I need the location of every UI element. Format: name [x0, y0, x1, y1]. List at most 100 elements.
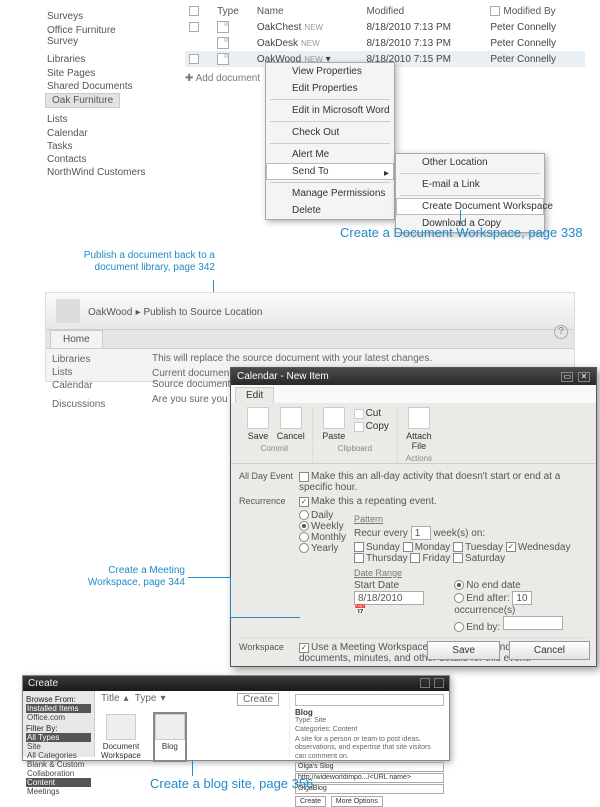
dialog-save-button[interactable]: Save [427, 641, 500, 660]
row-check[interactable] [189, 22, 199, 32]
menu-edit-word[interactable]: Edit in Microsoft Word [266, 102, 394, 119]
chevron-icon[interactable]: ▴ [124, 693, 129, 704]
nav-item-shareddocs[interactable]: Shared Documents [45, 80, 150, 93]
sidebar-site[interactable]: Site [26, 742, 91, 751]
row-by[interactable]: Peter Connelly [486, 51, 585, 67]
cb-sunday[interactable] [354, 542, 364, 552]
sort-type[interactable]: Type [135, 693, 157, 704]
cb-monday[interactable] [403, 542, 413, 552]
row-name[interactable]: OakDesk [257, 38, 298, 49]
cut-button[interactable]: Cut [352, 407, 391, 420]
sidebar-installed-items[interactable]: Installed Items [26, 704, 91, 713]
nav-item-sitepages[interactable]: Site Pages [45, 67, 150, 80]
cb-tuesday[interactable] [453, 542, 463, 552]
tab-edit[interactable]: Edit [235, 387, 274, 403]
endby-input[interactable] [503, 616, 563, 630]
cb-saturday[interactable] [453, 553, 463, 563]
cb-wednesday[interactable] [506, 542, 516, 552]
ribbon-group-clipboard: Paste Cut Copy Clipboard [313, 407, 398, 463]
cb-thursday[interactable] [354, 553, 364, 563]
copy-button[interactable]: Copy [352, 420, 391, 433]
nav-item-contacts[interactable]: Contacts [45, 153, 150, 166]
sidebar-collaboration[interactable]: Collaboration [26, 769, 91, 778]
row-by[interactable]: Peter Connelly [486, 19, 585, 35]
calendar-icon[interactable]: 📅 [354, 605, 366, 616]
nav-item-tasks[interactable]: Tasks [45, 140, 150, 153]
menu-other-location[interactable]: Other Location [396, 154, 544, 171]
title-input[interactable]: Olga's Slog [295, 762, 444, 772]
sidebar-all-categories[interactable]: All Categories [26, 751, 91, 760]
nav-item-oakfurniture[interactable]: Oak Furniture [45, 93, 120, 108]
side-lists[interactable]: Lists [52, 366, 140, 379]
sort-title[interactable]: Title [101, 693, 120, 704]
url-name-input[interactable]: OlgaBlog [295, 784, 444, 794]
tile-blog[interactable]: Blog [155, 714, 185, 760]
radio-weekly[interactable] [299, 521, 309, 531]
recurrence-checkbox[interactable] [299, 497, 309, 507]
search-input[interactable] [295, 694, 444, 706]
menu-delete[interactable]: Delete [266, 202, 394, 219]
create-sidebar: Browse From: Installed Items Office.com … [23, 691, 95, 757]
tile-document-workspace[interactable]: Document Workspace [101, 714, 141, 760]
nav-item-northwind[interactable]: NorthWind Customers [45, 166, 150, 179]
radio-endafter[interactable] [454, 593, 464, 603]
sidebar-meetings[interactable]: Meetings [26, 787, 91, 796]
sidebar-blank-custom[interactable]: Blank & Custom [26, 760, 91, 769]
radio-monthly[interactable] [299, 532, 309, 542]
col-type[interactable]: Type [213, 4, 253, 19]
menu-edit-properties[interactable]: Edit Properties [266, 80, 394, 97]
endafter-input[interactable]: 10 [512, 591, 532, 605]
close-icon[interactable] [434, 678, 444, 688]
dialog-cancel-button[interactable]: Cancel [509, 641, 590, 660]
allday-checkbox[interactable] [299, 472, 309, 482]
help-icon[interactable]: ? [554, 325, 568, 339]
close-icon[interactable]: ✕ [578, 372, 590, 382]
menu-email-link[interactable]: E-mail a Link [396, 176, 544, 193]
radio-yearly[interactable] [299, 543, 309, 553]
menu-view-properties[interactable]: View Properties [266, 63, 394, 80]
row-name[interactable]: OakChest [257, 22, 301, 33]
row-check[interactable] [189, 54, 199, 64]
col-name[interactable]: Name [253, 4, 363, 19]
col-modified[interactable]: Modified [362, 4, 486, 19]
sidebar-all-types[interactable]: All Types [26, 733, 91, 742]
tab-home[interactable]: Home [50, 330, 103, 348]
create-button[interactable]: Create [295, 796, 326, 807]
sidebar-officecom[interactable]: Office.com [26, 713, 91, 722]
menu-alert-me[interactable]: Alert Me [266, 146, 394, 163]
menu-send-to[interactable]: Send To▸ [266, 163, 394, 180]
maximize-icon[interactable] [420, 678, 430, 688]
recur-interval-input[interactable]: 1 [411, 526, 431, 540]
menu-create-doc-workspace[interactable]: Create Document Workspace [396, 198, 544, 215]
create-titlebar[interactable]: Create [23, 676, 449, 691]
paste-button[interactable]: Paste [319, 407, 349, 441]
menu-manage-permissions[interactable]: Manage Permissions [266, 185, 394, 202]
side-discussions[interactable]: Discussions [52, 398, 140, 411]
col-check[interactable] [185, 4, 213, 19]
workspace-checkbox[interactable] [299, 643, 309, 653]
attach-file-button[interactable]: Attach File [404, 407, 434, 451]
breadcrumb-site[interactable]: OakWood [88, 307, 132, 318]
nav-item-survey[interactable]: Office Furniture Survey [45, 24, 150, 48]
start-date-input[interactable]: 8/18/2010 [354, 591, 424, 605]
chevron-icon[interactable]: ▾ [160, 693, 165, 704]
nav-item-calendar[interactable]: Calendar [45, 127, 150, 140]
cb-friday[interactable] [410, 553, 420, 563]
save-button[interactable]: Save [243, 407, 273, 441]
sidebar-content[interactable]: Content [26, 778, 91, 787]
side-calendar[interactable]: Calendar [52, 379, 140, 392]
maximize-icon[interactable]: ▭ [561, 372, 573, 382]
radio-endby[interactable] [454, 622, 464, 632]
row-by[interactable]: Peter Connelly [486, 35, 585, 51]
cancel-button[interactable]: Cancel [276, 407, 306, 441]
dialog-titlebar[interactable]: Calendar - New Item ▭ ✕ [231, 368, 596, 385]
radio-noend[interactable] [454, 580, 464, 590]
side-libraries[interactable]: Libraries [52, 353, 140, 366]
radio-daily[interactable] [299, 510, 309, 520]
table-row[interactable]: OakDeskNEW 8/18/2010 7:13 PM Peter Conne… [185, 35, 585, 51]
create-button-top[interactable]: Create [237, 693, 279, 706]
more-options-button[interactable]: More Options [331, 796, 383, 807]
table-row[interactable]: OakChestNEW 8/18/2010 7:13 PM Peter Conn… [185, 19, 585, 35]
col-modifiedby[interactable]: Modified By [486, 4, 585, 19]
menu-check-out[interactable]: Check Out [266, 124, 394, 141]
